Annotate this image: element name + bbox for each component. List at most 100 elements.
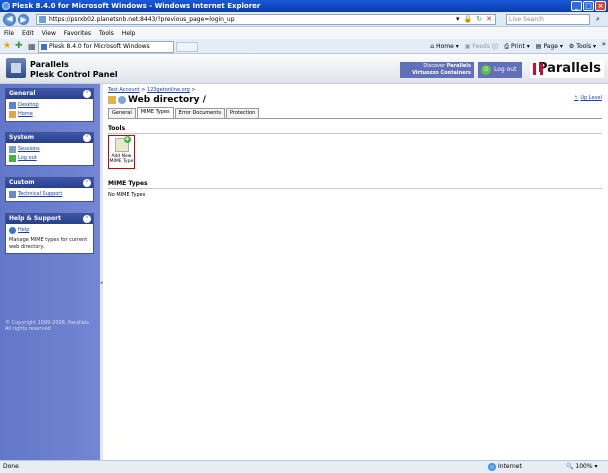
tools-button[interactable]: ⚙ Tools ▾ [569, 41, 596, 52]
main-content: Test Account > 123getonline.org > Web di… [104, 84, 604, 460]
browser-tab[interactable]: Plesk 8.4.0 for Microsoft Windows [38, 41, 174, 53]
logout-label: Log out [494, 66, 517, 73]
collapse-icon[interactable]: ⌃ [83, 179, 91, 187]
up-level-label: Up Level [580, 95, 602, 101]
menu-edit[interactable]: Edit [22, 28, 34, 39]
back-icon[interactable]: ◀ [3, 13, 16, 26]
status-bar: Done Internet 🔍 100% ▾ [0, 460, 608, 473]
up-level-link[interactable]: ↰ Up Level [574, 95, 602, 101]
new-tab-button[interactable] [176, 42, 198, 52]
security-zone: Internet [488, 461, 522, 473]
collapse-icon[interactable]: ⌃ [83, 134, 91, 142]
quick-tabs-icon[interactable]: ▦ [28, 42, 36, 51]
tab-protection[interactable]: Protection [225, 108, 260, 118]
sidebar-item-sessions[interactable]: Sessions [9, 145, 90, 154]
home-label: Home [436, 43, 454, 50]
panel-help-header: Help & Support ⌃ [6, 214, 93, 224]
logout-icon: ⏻ [481, 65, 491, 75]
menu-tools[interactable]: Tools [99, 28, 114, 39]
tab-general[interactable]: General [108, 108, 136, 118]
breadcrumb-item[interactable]: Test Account [108, 87, 140, 93]
menu-file[interactable]: File [4, 28, 14, 39]
discover-line1: Discover [423, 63, 446, 69]
stop-icon[interactable]: ✕ [486, 15, 492, 24]
search-icon[interactable]: ⌕ [592, 14, 604, 25]
breadcrumb-item[interactable]: 123getonline.org [147, 87, 190, 93]
window-controls: _ □ × [571, 1, 606, 11]
forward-icon[interactable]: ▶ [18, 14, 29, 25]
address-field[interactable]: https://psrxb02.planetsnb.net:8443/?prev… [36, 14, 496, 25]
sidebar-item-label: Sessions [18, 146, 40, 152]
sidebar-item-home[interactable]: Home [9, 110, 90, 119]
support-icon [9, 191, 16, 198]
sidebar-item-label: Technical Support [18, 191, 63, 197]
print-button[interactable]: ⎙ Print ▾ [504, 41, 530, 52]
home-button[interactable]: ⌂ Home ▾ [430, 41, 458, 52]
feeds-button[interactable]: ▣ Feeds (J) [465, 41, 498, 52]
sidebar-item-help[interactable]: Help [9, 226, 90, 235]
panel-system-header: System ⌃ [6, 133, 93, 143]
page-title-text: Web directory / [128, 95, 206, 105]
sidebar-item-technical-support[interactable]: Technical Support [9, 190, 90, 199]
zoom-level[interactable]: 🔍 100% ▾ [566, 461, 597, 473]
page-menu-icon: ▤ [535, 43, 542, 50]
panel-help-title: Help & Support [9, 215, 61, 222]
favorites-star-icon[interactable]: ★ [3, 41, 11, 52]
address-url: https://psrxb02.planetsnb.net:8443/?prev… [49, 16, 235, 23]
menu-help[interactable]: Help [122, 28, 136, 39]
add-mime-type-button[interactable]: Add New MIME Type [108, 135, 135, 169]
menu-view[interactable]: View [42, 28, 56, 39]
lock-icon[interactable]: 🔒 [464, 15, 473, 24]
page-button[interactable]: ▤ Page ▾ [536, 41, 563, 52]
address-row: ◀ ▶ https://psrxb02.planetsnb.net:8443/?… [0, 12, 608, 27]
discover-line2: Virtuozzo Containers [412, 70, 471, 76]
mime-divider [108, 188, 602, 189]
refresh-icon[interactable]: ↻ [476, 15, 482, 24]
panel-system-title: System [9, 134, 34, 141]
tab-error-documents[interactable]: Error Documents [174, 108, 225, 118]
menu-favorites[interactable]: Favorites [64, 28, 91, 39]
home-icon: ⌂ [430, 43, 435, 50]
sidebar-item-desktop[interactable]: Desktop [9, 101, 90, 110]
minimize-icon[interactable]: _ [571, 1, 582, 11]
sidebar-item-label: Help [18, 227, 30, 233]
help-text: Manage MIME types for current web direct… [9, 237, 88, 250]
chevron-right-icon[interactable]: » [602, 40, 606, 48]
sessions-icon [9, 146, 16, 153]
parallels-bars-icon [533, 63, 543, 75]
page-icon [39, 16, 46, 23]
breadcrumb-separator: > [191, 87, 196, 93]
discover-banner[interactable]: Discover Parallels Virtuozzo Containers [400, 62, 474, 78]
panel-general-title: General [9, 90, 36, 97]
empty-message: No MIME Types [108, 192, 146, 198]
window-title: Plesk 8.4.0 for Microsoft Windows - Wind… [12, 2, 261, 10]
discover-brand: Parallels [446, 63, 471, 69]
sidebar-splitter[interactable] [100, 84, 103, 460]
maximize-icon[interactable]: □ [583, 1, 594, 11]
close-icon[interactable]: × [595, 1, 606, 11]
tab-mime-types[interactable]: MIME Types [136, 107, 174, 118]
panel-custom-title: Custom [9, 179, 35, 186]
window-title-bar: Plesk 8.4.0 for Microsoft Windows - Wind… [0, 0, 608, 12]
collapse-icon[interactable]: ⌃ [83, 215, 91, 223]
tab-page-icon [41, 44, 47, 50]
brand-logo-text: Parallels [537, 61, 601, 76]
tab-strip: General MIME Types Error Documents Prote… [108, 107, 260, 118]
help-icon [9, 227, 16, 234]
folder-icon [108, 96, 116, 104]
tab-label: Plesk 8.4.0 for Microsoft Windows [49, 43, 150, 50]
panel-general: General ⌃ Desktop Home [5, 88, 94, 122]
collapse-sidebar-icon[interactable]: ◂ [100, 280, 103, 286]
plesk-header: Parallels Plesk Control Panel Discover P… [0, 54, 608, 84]
dropdown-icon[interactable]: ▾ [456, 15, 460, 24]
breadcrumb: Test Account > 123getonline.org > [108, 87, 196, 94]
collapse-icon[interactable]: ⌃ [83, 90, 91, 98]
desktop-icon [9, 102, 16, 109]
internet-globe-icon [488, 463, 496, 471]
add-favorite-icon[interactable]: ✚ [15, 41, 23, 52]
logout-button[interactable]: ⏻ Log out [478, 62, 522, 78]
search-input[interactable]: Live Search [506, 14, 590, 25]
parallels-logo: Parallels [530, 60, 604, 78]
sidebar-item-logout[interactable]: Log out [9, 154, 90, 163]
tab-bar: ★ ✚ ▦ Plesk 8.4.0 for Microsoft Windows … [0, 39, 608, 54]
